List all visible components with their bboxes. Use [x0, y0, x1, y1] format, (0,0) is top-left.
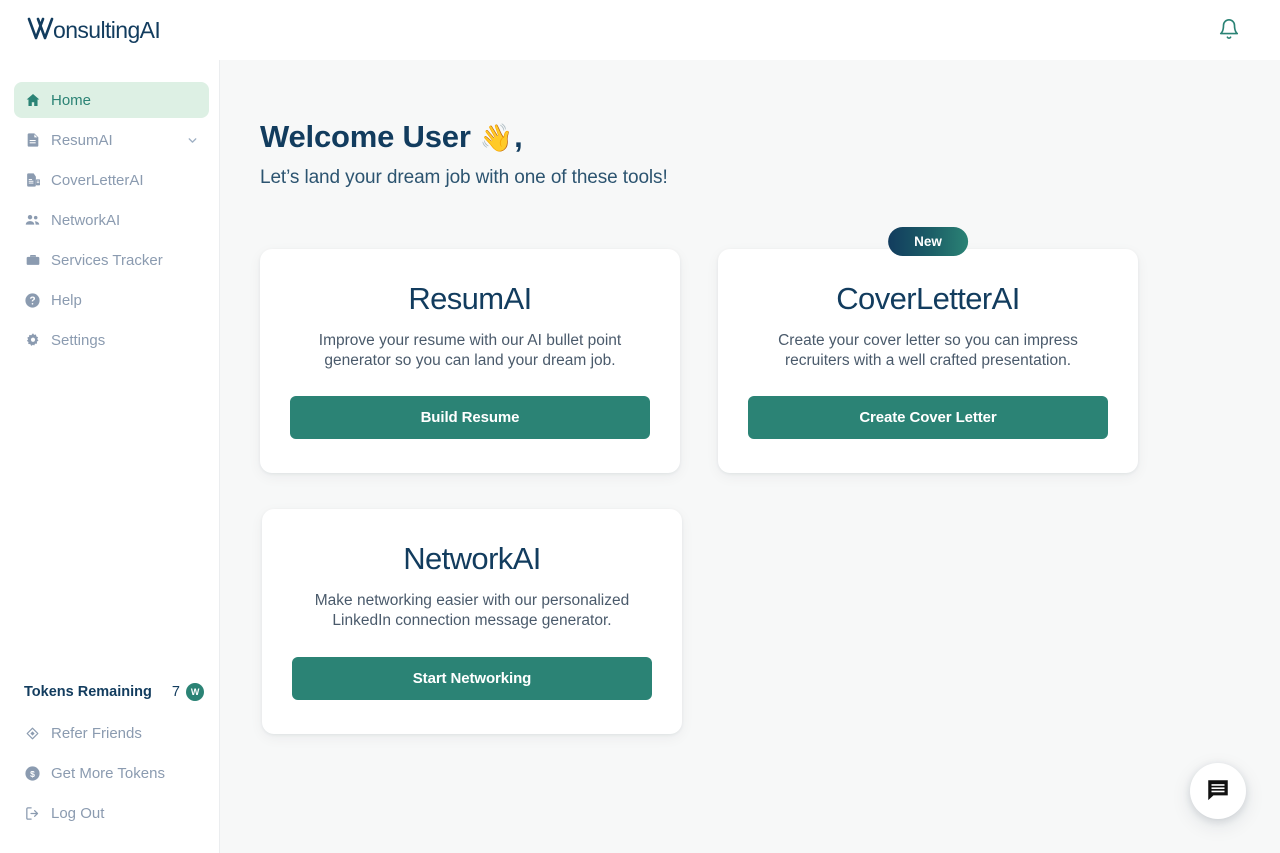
app-root: onsultingAI Home ResumAI CoverLetterAI N…: [0, 0, 1280, 853]
cover-letter-icon: [24, 172, 41, 189]
card-title: CoverLetterAI: [836, 281, 1020, 317]
sidebar-item-label: Log Out: [51, 804, 105, 822]
sidebar-item-get-more-tokens[interactable]: $ Get More Tokens: [14, 755, 209, 791]
main-content: Welcome User 👋 , Let’s land your dream j…: [220, 60, 1280, 853]
share-icon: [24, 725, 41, 742]
welcome-title-comma: ,: [514, 119, 523, 154]
sidebar-nav-list: Home ResumAI CoverLetterAI NetworkAI Ser…: [0, 82, 219, 362]
question-circle-icon: [24, 292, 41, 309]
card-title: ResumAI: [408, 281, 532, 317]
briefcase-icon: [24, 252, 41, 269]
welcome-title-text: Welcome User: [260, 119, 471, 154]
sidebar-item-label: Settings: [51, 331, 106, 349]
sidebar-item-settings[interactable]: Settings: [14, 322, 209, 358]
tokens-remaining-row: Tokens Remaining 7 W: [0, 675, 219, 709]
chat-widget-button[interactable]: [1190, 763, 1246, 819]
top-header: onsultingAI: [0, 0, 1280, 60]
sidebar-item-label: Services Tracker: [51, 251, 163, 269]
gear-icon: [24, 332, 41, 349]
card-title: NetworkAI: [403, 541, 541, 577]
sidebar-item-log-out[interactable]: Log Out: [14, 795, 209, 831]
sidebar-item-networkai[interactable]: NetworkAI: [14, 202, 209, 238]
card-description: Improve your resume with our AI bullet p…: [318, 331, 622, 369]
sidebar-item-home[interactable]: Home: [14, 82, 209, 118]
notifications-button[interactable]: [1212, 13, 1246, 47]
tokens-remaining-count: 7: [171, 684, 180, 700]
sidebar-item-label: CoverLetterAI: [51, 171, 144, 189]
tokens-remaining-label: Tokens Remaining: [24, 684, 152, 700]
chat-bubble-icon: [1205, 777, 1231, 806]
people-icon: [24, 212, 41, 229]
home-icon: [24, 92, 41, 109]
tool-card-networkai[interactable]: NetworkAI Make networking easier with ou…: [262, 509, 682, 734]
wonsulting-ai-logo[interactable]: onsultingAI: [26, 10, 194, 50]
tool-card-networkai-wrapper: NetworkAI Make networking easier with ou…: [260, 509, 682, 734]
waving-hand-icon: 👋: [479, 123, 514, 153]
tool-card-resumai[interactable]: ResumAI Improve your resume with our AI …: [260, 249, 680, 474]
status-badge: New: [888, 227, 968, 257]
sidebar-item-label: Help: [51, 291, 82, 309]
tool-card-resumai-wrapper: ResumAI Improve your resume with our AI …: [260, 249, 680, 474]
sidebar-footer: Tokens Remaining 7 W Refer Friends $ Get…: [0, 675, 219, 853]
card-description: Make networking easier with our personal…: [314, 592, 630, 629]
tool-card-coverletterai[interactable]: New CoverLetterAI Create your cover lett…: [718, 227, 1138, 474]
sidebar-item-label: Get More Tokens: [51, 764, 165, 782]
sidebar-item-label: ResumAI: [51, 131, 113, 149]
tool-cards-grid: ResumAI Improve your resume with our AI …: [260, 227, 1160, 734]
body-row: Home ResumAI CoverLetterAI NetworkAI Ser…: [0, 60, 1280, 853]
sidebar-item-coverletterai[interactable]: CoverLetterAI: [14, 162, 209, 198]
document-icon: [24, 132, 41, 149]
sidebar-item-label: Home: [51, 91, 92, 109]
dollar-circle-icon: $: [24, 765, 41, 782]
token-badge-icon: W: [185, 683, 204, 701]
sidebar-item-label: Refer Friends: [51, 724, 142, 742]
tool-card-coverletterai-wrapper: New CoverLetterAI Create your cover lett…: [718, 227, 1138, 474]
page-title: Welcome User 👋 ,: [260, 118, 1280, 155]
card-description: Create your cover letter so you can impr…: [778, 331, 1078, 369]
svg-text:$: $: [30, 768, 35, 778]
build-resume-button[interactable]: Build Resume: [290, 396, 650, 440]
page-subtitle: Let’s land your dream job with one of th…: [260, 167, 668, 189]
create-cover-letter-button[interactable]: Create Cover Letter: [748, 396, 1108, 440]
sidebar-item-services-tracker[interactable]: Services Tracker: [14, 242, 209, 278]
chevron-down-icon[interactable]: [186, 134, 199, 147]
sidebar-item-label: NetworkAI: [51, 211, 121, 229]
logout-icon: [24, 805, 41, 822]
start-networking-button[interactable]: Start Networking: [292, 656, 652, 700]
sidebar: Home ResumAI CoverLetterAI NetworkAI Ser…: [0, 60, 220, 853]
sidebar-item-resumai[interactable]: ResumAI: [14, 122, 209, 158]
sidebar-item-refer-friends[interactable]: Refer Friends: [14, 715, 209, 751]
svg-text:onsultingAI: onsultingAI: [53, 17, 160, 43]
sidebar-item-help[interactable]: Help: [14, 282, 209, 318]
bell-icon: [1218, 18, 1240, 43]
